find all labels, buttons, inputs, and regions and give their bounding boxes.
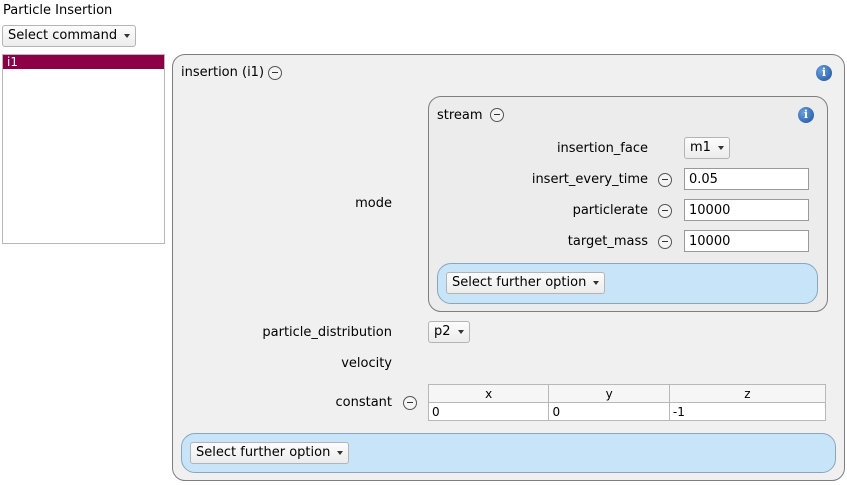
constant-label: constant <box>335 395 392 410</box>
insertion-face-label: insertion_face <box>556 141 648 156</box>
velocity-vector-table: x y z 0 0 -1 <box>427 384 827 421</box>
insertion-info-icon[interactable]: i <box>816 65 832 81</box>
particle-distribution-label: particle_distribution <box>262 325 392 340</box>
caret-down-icon <box>593 280 600 285</box>
list-item-i1[interactable]: i1 <box>3 55 164 69</box>
vector-value-z[interactable]: -1 <box>668 402 827 421</box>
caret-down-icon <box>717 145 724 150</box>
insert-every-time-label: insert_every_time <box>531 172 648 187</box>
particlerate-label: particlerate <box>572 203 648 218</box>
select-command-label: Select command <box>8 28 118 43</box>
insertion-list[interactable]: i1 <box>2 54 165 244</box>
velocity-label: velocity <box>341 356 392 371</box>
vector-header-z: z <box>668 384 827 403</box>
vector-header-y: y <box>548 384 670 403</box>
particlerate-input[interactable] <box>684 199 809 221</box>
particle-distribution-value: p2 <box>434 324 451 339</box>
select-command-dropdown[interactable]: Select command <box>2 25 137 47</box>
caret-down-icon <box>337 450 344 455</box>
vector-header-x: x <box>427 384 550 403</box>
vector-value-y[interactable]: 0 <box>548 402 670 421</box>
insertion-further-option-label: Select further option <box>196 445 331 460</box>
mode-label: mode <box>355 196 392 211</box>
remove-target-mass-icon[interactable] <box>658 235 672 249</box>
panel-title: Particle Insertion <box>3 3 113 18</box>
stream-title: stream <box>437 108 483 123</box>
remove-particlerate-icon[interactable] <box>658 204 672 218</box>
remove-stream-icon[interactable] <box>490 108 504 122</box>
insertion-face-dropdown[interactable]: m1 <box>684 137 730 159</box>
remove-insertion-icon[interactable] <box>268 66 282 80</box>
vector-header-row: x y z <box>427 384 827 403</box>
vector-value-row: 0 0 -1 <box>427 402 827 421</box>
insert-every-time-input[interactable] <box>684 168 809 190</box>
remove-constant-icon[interactable] <box>403 396 417 410</box>
insertion-further-option-dropdown[interactable]: Select further option <box>190 442 350 464</box>
stream-info-icon[interactable]: i <box>798 107 814 123</box>
particle-distribution-dropdown[interactable]: p2 <box>428 321 470 343</box>
vector-value-x[interactable]: 0 <box>427 402 550 421</box>
remove-insert-every-time-icon[interactable] <box>658 173 672 187</box>
stream-further-option-label: Select further option <box>452 275 587 290</box>
caret-down-icon <box>124 33 131 38</box>
insertion-title: insertion (i1) <box>181 65 265 80</box>
caret-down-icon <box>457 329 464 334</box>
target-mass-input[interactable] <box>684 230 809 252</box>
stream-further-option-dropdown[interactable]: Select further option <box>446 272 606 294</box>
insertion-face-value: m1 <box>690 140 711 155</box>
target-mass-label: target_mass <box>567 234 648 249</box>
